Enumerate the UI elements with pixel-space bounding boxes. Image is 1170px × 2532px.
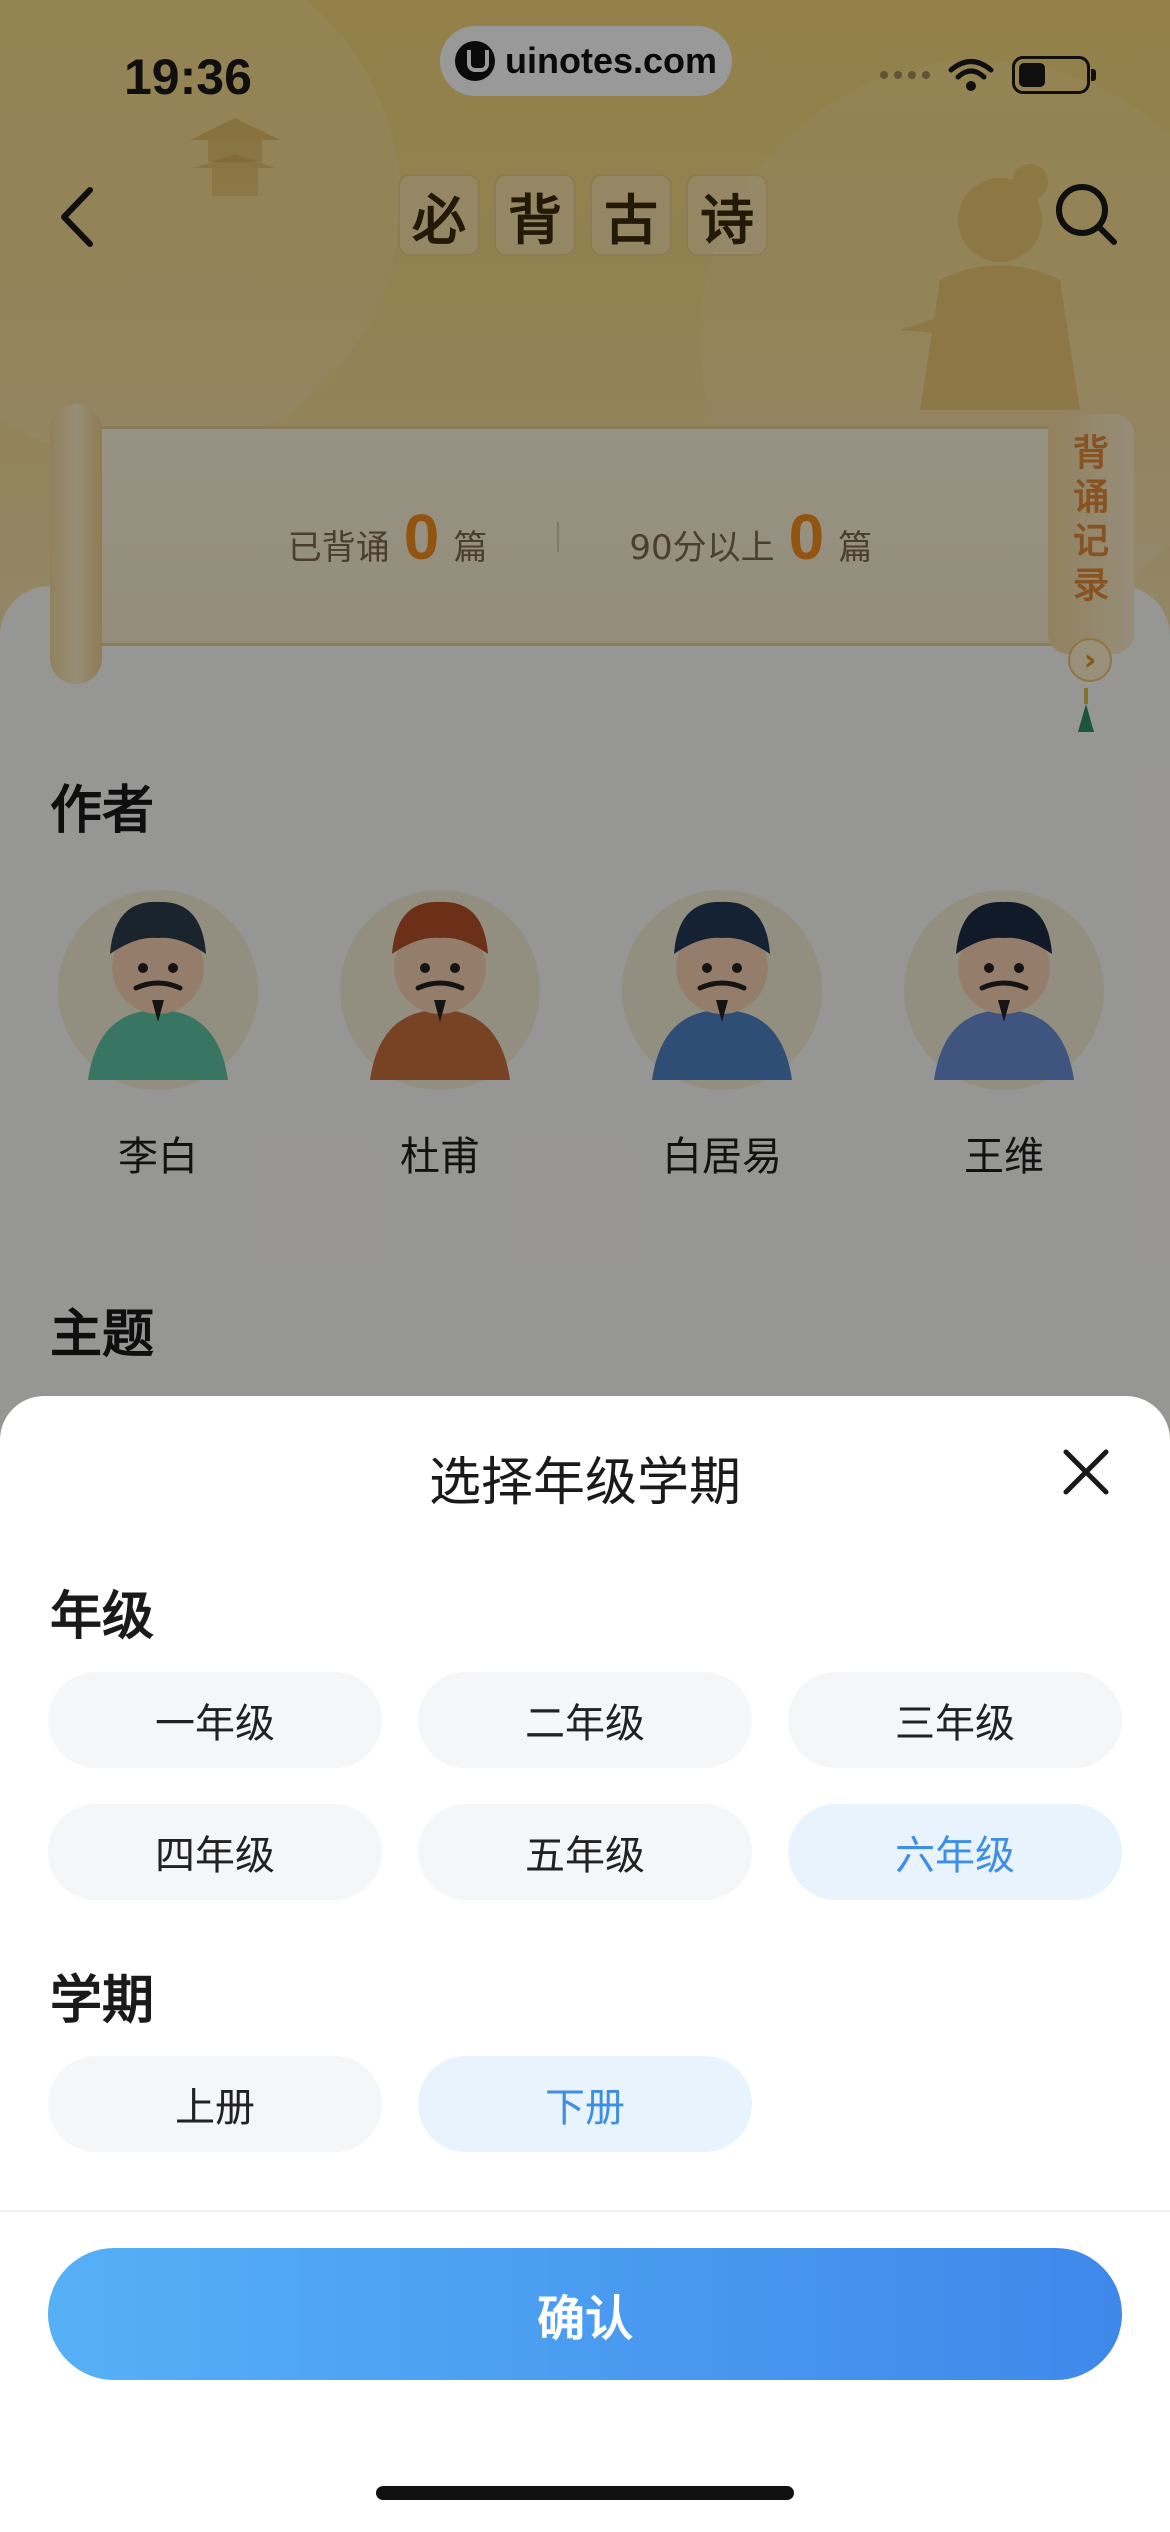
home-indicator: [376, 2486, 794, 2500]
divider: [0, 2210, 1170, 2212]
grade-label: 年级: [50, 1587, 155, 1647]
grade-chip[interactable]: 五年级: [418, 1804, 752, 1900]
grade-chip[interactable]: 六年级: [788, 1804, 1122, 1900]
grade-chip[interactable]: 二年级: [418, 1672, 752, 1768]
grade-term-picker-sheet: 选择年级学期 年级 一年级 二年级 三年级 四年级 五年级 六年级 学期 上册 …: [0, 1396, 1170, 2532]
grade-chip[interactable]: 三年级: [788, 1672, 1122, 1768]
term-label: 学期: [50, 1971, 155, 2031]
sheet-title: 选择年级学期: [428, 1453, 741, 1513]
term-chip[interactable]: 下册: [418, 2056, 752, 2152]
grade-chip[interactable]: 四年级: [48, 1804, 382, 1900]
confirm-button[interactable]: 确认: [48, 2248, 1122, 2380]
close-icon[interactable]: [1058, 1444, 1114, 1500]
term-chip[interactable]: 上册: [48, 2056, 382, 2152]
grade-chip[interactable]: 一年级: [48, 1672, 382, 1768]
